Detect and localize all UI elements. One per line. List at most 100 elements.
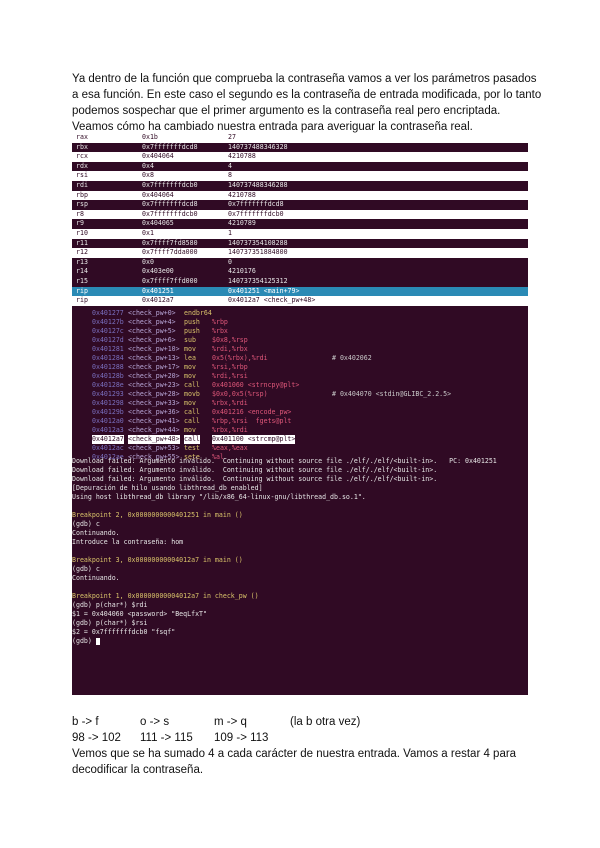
disasm-line: 0x40128e <check_pw+23> call 0x401060 <strnc…	[72, 381, 528, 390]
gdb-console-log: Download failed: Argumento inválido. Con…	[72, 457, 528, 693]
disasm-opcode: call	[184, 381, 200, 389]
register-hex: 0x7ffff7fd8580	[142, 238, 198, 247]
disasm-args: $0x8,%rsp	[212, 336, 248, 344]
disasm-function: <check_pw+33>	[128, 399, 180, 407]
disasm-line: 0x40128b <check_pw+20> mov %rdi,%rsi	[72, 372, 528, 381]
disasm-address: 0x4012a0	[92, 417, 124, 425]
register-hex: 0x4	[142, 161, 154, 170]
disasm-line: 0x40127b <check_pw+4> push %rbp	[72, 318, 528, 327]
disasm-address: 0x40129b	[92, 408, 124, 416]
disasm-function: <check_pw+44>	[128, 426, 180, 434]
code-mapping-row: 98 -> 102 111 -> 115 109 -> 113	[72, 730, 450, 746]
disasm-function: <check_pw+36>	[128, 408, 180, 416]
disasm-opcode: mov	[184, 399, 196, 407]
register-name: rdi	[76, 180, 88, 189]
register-name: rax	[76, 133, 88, 141]
register-dec: 140737354125312	[228, 276, 288, 285]
console-line: Breakpoint 2, 0x0000000000401251 in main…	[72, 511, 243, 519]
register-dec: 8	[228, 171, 232, 180]
disasm-args: %rbp	[212, 318, 228, 326]
register-row: rip 0x401251 0x401251 <main+79>	[72, 286, 528, 297]
disasm-line: 0x4012a0 <check_pw+41> call %rbp,%rsi fgets…	[72, 417, 528, 426]
register-dec: 140737488346288	[228, 180, 288, 189]
register-name: r8	[76, 209, 84, 218]
register-name: rsi	[76, 171, 88, 180]
mapping-char-o: o -> s	[140, 716, 170, 728]
disasm-args: 0x401216 <encode_pw>	[212, 408, 292, 416]
register-dec: 4	[228, 161, 232, 170]
disasm-function: <check_pw+23>	[128, 381, 180, 389]
register-name: r15	[76, 276, 88, 285]
register-row: r12 0x7ffff7dda000 140737351884800	[72, 248, 528, 258]
register-dec: 4210176	[228, 267, 256, 276]
register-row: r8 0x7fffffffdcb0 0x7fffffffdcb0	[72, 209, 528, 220]
console-line: (gdb) c	[72, 565, 100, 573]
disasm-opcode: lea	[184, 354, 196, 362]
register-hex: 0x1	[142, 228, 154, 237]
disasm-function: <check_pw+48>	[128, 435, 180, 444]
console-line: Download failed: Argumento inválido. Con…	[72, 475, 438, 483]
register-hex: 0x1b	[142, 133, 158, 141]
register-row: rax 0x1b 27	[72, 133, 528, 143]
register-row: rdx 0x4 4	[72, 162, 528, 172]
disasm-args: %rdi,%rbx	[212, 345, 248, 353]
disasm-function: <check_pw+5>	[128, 327, 176, 335]
disasm-line: 0x40127d <check_pw+6> sub $0x8,%rsp	[72, 336, 528, 345]
disasm-line: 0x401298 <check_pw+33> mov %rbx,%rdi	[72, 399, 528, 408]
register-name: rbx	[76, 142, 88, 151]
disasm-line: 0x40129b <check_pw+36> call 0x401216 <encod…	[72, 408, 528, 417]
register-hex: 0x401251	[142, 286, 174, 295]
register-row: r11 0x7ffff7fd8580 140737354108288	[72, 239, 528, 249]
disasm-args: %rbx,%rdi	[212, 399, 248, 407]
disasm-function: <check_pw+20>	[128, 372, 180, 380]
register-dec: 4210788	[228, 152, 256, 161]
register-hex: 0x0	[142, 257, 154, 266]
register-hex: 0x7fffffffdcd8	[142, 142, 198, 151]
disasm-address: 0x4012a3	[92, 426, 124, 434]
disasm-function: <check_pw+17>	[128, 363, 180, 371]
register-dec: 4210788	[228, 190, 256, 199]
outro-paragraph: Vemos que se ha sumado 4 a cada carácter…	[72, 748, 517, 776]
disasm-opcode: call	[184, 417, 200, 425]
console-line: (gdb)	[72, 637, 528, 646]
register-name: rsp	[76, 200, 88, 209]
terminal-cursor	[95, 637, 100, 645]
disasm-comment: # 0x404070 <stdin@GLIBC_2.2.5>	[332, 390, 452, 398]
disasm-args: 0x401060 <strncpy@plt>	[212, 381, 300, 389]
mapping-code-m: 109 -> 113	[214, 732, 269, 744]
register-hex: 0x403e00	[142, 267, 174, 276]
disasm-address: 0x40127c	[92, 327, 124, 335]
disasm-address: 0x40127d	[92, 336, 124, 344]
disasm-line: 0x401277 <check_pw+0> endbr64	[72, 309, 528, 318]
register-row: rbp 0x404064 4210788	[72, 190, 528, 201]
register-name: rbp	[76, 190, 88, 199]
disasm-line: 0x4012ac <check_pw+53> test %eax,%eax	[72, 444, 528, 453]
register-row: r14 0x403e00 4210176	[72, 267, 528, 277]
disasm-address: 0x401298	[92, 399, 124, 407]
console-line: $1 = 0x404060 <password> "BeqLfxT"	[72, 610, 207, 618]
register-name: rip	[76, 296, 88, 305]
console-line: Continuando.	[72, 529, 120, 537]
register-name: rdx	[76, 161, 88, 170]
register-hex: 0x7fffffffdcb0	[142, 209, 198, 218]
disasm-args: 0x401100 <strcmp@plt>	[212, 435, 296, 444]
disasm-function: <check_pw+10>	[128, 345, 180, 353]
disasm-address: 0x40128e	[92, 381, 124, 389]
disasm-line: 0x4012a3 <check_pw+44> mov %rbx,%rdi	[72, 426, 528, 435]
console-line: Download failed: Argumento inválido. Con…	[72, 457, 497, 465]
register-row: r10 0x1 1	[72, 228, 528, 239]
disasm-address: 0x40128b	[92, 372, 124, 380]
register-name: rcx	[76, 152, 88, 161]
disasm-address: 0x401293	[92, 390, 124, 398]
disasm-address: 0x40127b	[92, 318, 124, 326]
disasm-args: $0x0,0x5(%rsp)	[212, 390, 268, 398]
register-name: rip	[76, 286, 88, 295]
console-line: $2 = 0x7fffffffdcb0 "fsqf"	[72, 628, 176, 636]
disasm-opcode: push	[184, 327, 200, 335]
disasm-function: <check_pw+53>	[128, 444, 180, 452]
disasm-address: 0x401284	[92, 354, 124, 362]
disasm-opcode: mov	[184, 426, 196, 434]
console-line: Using host libthread_db library "/lib/x8…	[72, 493, 366, 501]
